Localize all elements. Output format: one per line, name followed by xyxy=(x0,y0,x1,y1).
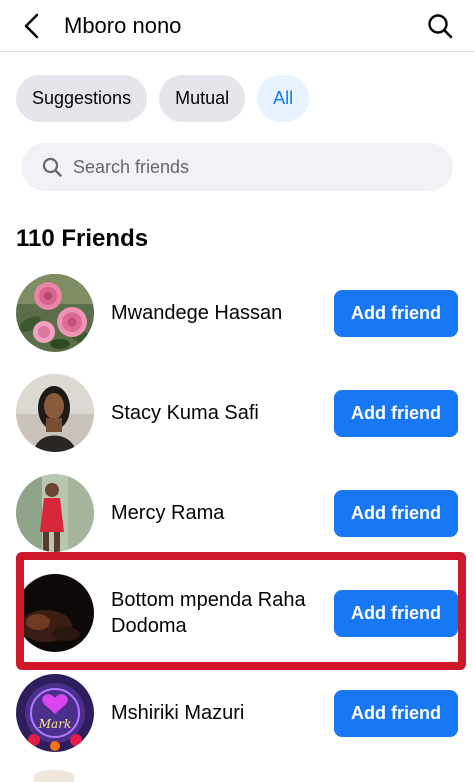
friend-row[interactable]: Mark Mshiriki Mazuri Add friend xyxy=(0,670,474,770)
back-button[interactable] xyxy=(16,10,48,42)
chevron-left-icon xyxy=(24,13,39,39)
search-friends-bar[interactable] xyxy=(21,143,453,191)
friend-row[interactable]: Bottom mpenda Raha Dodoma Add friend xyxy=(0,570,474,670)
add-friend-button[interactable]: Add friend xyxy=(334,390,458,437)
add-friend-button[interactable]: Add friend xyxy=(334,690,458,737)
friends-list: Mwandege Hassan Add friend Stacy Kuma Sa… xyxy=(0,270,474,770)
filter-mutual[interactable]: Mutual xyxy=(159,75,246,122)
top-bar: Mboro nono xyxy=(0,0,474,52)
avatar[interactable] xyxy=(16,374,94,452)
avatar[interactable]: Mark xyxy=(16,674,94,752)
svg-text:Mark: Mark xyxy=(38,717,71,731)
add-friend-button[interactable]: Add friend xyxy=(334,490,458,537)
friend-name[interactable]: Stacy Kuma Safi xyxy=(111,370,321,456)
search-icon xyxy=(41,156,63,178)
friend-row[interactable]: Mwandege Hassan Add friend xyxy=(0,270,474,370)
filter-all[interactable]: All xyxy=(257,75,310,122)
friend-name[interactable]: Mwandege Hassan xyxy=(111,270,321,356)
filter-suggestions[interactable]: Suggestions xyxy=(16,75,148,122)
avatar[interactable] xyxy=(34,770,74,782)
search-input[interactable] xyxy=(71,155,435,179)
friend-name[interactable]: Mshiriki Mazuri xyxy=(111,670,321,756)
filter-chips: Suggestions Mutual All xyxy=(16,75,310,122)
avatar[interactable] xyxy=(16,274,94,352)
add-friend-button[interactable]: Add friend xyxy=(334,590,458,637)
friends-count-heading: 110 Friends xyxy=(16,225,149,252)
friend-row[interactable]: Stacy Kuma Safi Add friend xyxy=(0,370,474,470)
friend-name[interactable]: Bottom mpenda Raha Dodoma xyxy=(111,570,321,656)
friend-name[interactable]: Mercy Rama xyxy=(111,470,321,556)
friend-row[interactable]: Mercy Rama Add friend xyxy=(0,470,474,570)
avatar[interactable] xyxy=(16,474,94,552)
avatar[interactable] xyxy=(16,574,94,652)
search-button[interactable] xyxy=(424,10,456,42)
search-icon xyxy=(428,14,453,39)
page-title: Mboro nono xyxy=(64,13,182,38)
add-friend-button[interactable]: Add friend xyxy=(334,290,458,337)
